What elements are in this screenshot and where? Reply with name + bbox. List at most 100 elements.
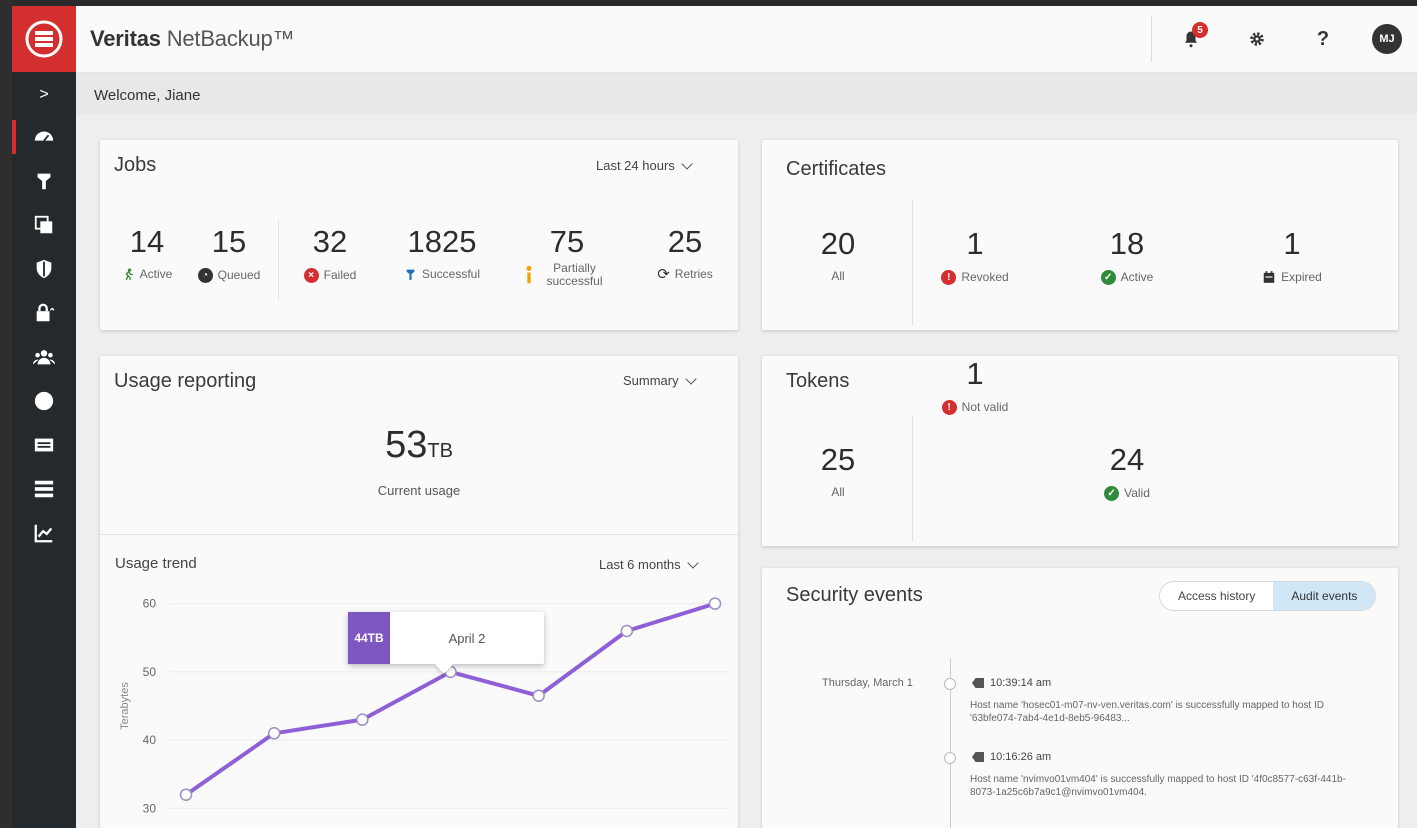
- timeline-dot: [944, 752, 956, 764]
- sidebar-item-dashboard[interactable]: [12, 118, 76, 156]
- sidebar: >: [12, 6, 76, 828]
- tokens-title: Tokens: [786, 370, 850, 392]
- sidebar-item-clone[interactable]: [12, 206, 76, 244]
- stat-label: Active: [139, 267, 173, 281]
- certificates-divider: [912, 200, 913, 326]
- certificates-expired-stat[interactable]: 1 Expired: [1242, 226, 1342, 284]
- stat-label: Active: [1120, 270, 1154, 284]
- stat-value: 15: [211, 224, 247, 259]
- y-tick-label: 60: [143, 597, 157, 611]
- jobs-retries-stat[interactable]: 25 ⟳ Retries: [640, 224, 730, 282]
- certificates-revoked-stat[interactable]: 1 ! Revoked: [924, 226, 1026, 285]
- header-divider: [1151, 16, 1152, 62]
- data-point: [267, 727, 281, 740]
- help-button[interactable]: ?: [1308, 24, 1338, 54]
- tag-icon: [972, 752, 984, 762]
- jobs-queued-stat[interactable]: 15 ◔ Queued: [190, 224, 268, 283]
- security-events-title: Security events: [786, 584, 923, 606]
- clone-icon: [34, 215, 53, 234]
- event-time-text: 10:39:14 am: [990, 677, 1052, 689]
- left-edge: [0, 0, 12, 828]
- jobs-divider: [278, 220, 279, 300]
- tokens-all-stat[interactable]: 25 All: [798, 442, 878, 499]
- stat-value: 24: [1109, 442, 1145, 477]
- circle-icon: [34, 391, 54, 411]
- chevron-down-icon: [681, 157, 693, 170]
- sidebar-item-access[interactable]: [12, 294, 76, 332]
- stat-value: 1: [966, 226, 984, 261]
- sidebar-item-users[interactable]: [12, 338, 76, 376]
- jobs-card: Jobs Last 24 hours 14 Active 15 ◔ Queued …: [100, 140, 738, 330]
- certificates-active-stat[interactable]: 18 ✓ Active: [1082, 226, 1172, 285]
- security-events-toggle: Access history Audit events: [1160, 582, 1376, 610]
- event-time: 10:39:14 am: [972, 677, 1051, 689]
- welcome-bar: Welcome, Jiane: [76, 73, 1417, 115]
- event-description: Host name 'hosec01-m07-nv-ven.veritas.co…: [970, 700, 1324, 724]
- data-point: [179, 788, 193, 801]
- jobs-partial-stat[interactable]: 75 Partially successful: [514, 224, 620, 288]
- notifications-button[interactable]: 5: [1176, 22, 1208, 54]
- storage-icon: [34, 438, 54, 452]
- stat-label: Retries: [674, 267, 713, 281]
- stat-label: Expired: [1281, 269, 1322, 284]
- timeline-dot: [944, 678, 956, 690]
- stat-value: 25: [820, 442, 856, 477]
- chevron-down-icon: [686, 556, 699, 569]
- settings-button[interactable]: [1242, 24, 1272, 54]
- sidebar-item-reports[interactable]: [12, 514, 76, 552]
- product-name: NetBackup™: [160, 26, 295, 51]
- gear-icon: [1250, 32, 1264, 46]
- stat-value: 25: [667, 224, 703, 259]
- jobs-active-stat[interactable]: 14 Active: [112, 224, 182, 281]
- stat-label: Partially successful: [546, 261, 603, 288]
- help-icon: ?: [1316, 27, 1330, 50]
- stat-value: 1: [1283, 226, 1301, 261]
- tokens-divider: [912, 416, 913, 542]
- sidebar-expand-button[interactable]: >: [12, 76, 76, 114]
- revoked-icon: !: [941, 270, 957, 285]
- calendar-icon: [1263, 271, 1275, 283]
- y-axis-label: Terabytes: [119, 682, 131, 730]
- current-usage: 53TB: [100, 424, 738, 467]
- tokens-valid-stat[interactable]: 24 ✓ Valid: [1082, 442, 1172, 501]
- users-icon: [33, 350, 55, 365]
- check-icon: ✓: [1100, 270, 1116, 285]
- sidebar-item-storage[interactable]: [12, 426, 76, 464]
- usage-trend-range-dropdown[interactable]: Last 6 months: [599, 556, 699, 572]
- veritas-logo[interactable]: [12, 6, 76, 72]
- usage-mode-dropdown[interactable]: Summary: [623, 372, 697, 388]
- clock-icon: ◔: [197, 268, 213, 283]
- list-icon: [34, 480, 54, 498]
- failed-icon: ×: [303, 268, 319, 283]
- tokens-notvalid-stat[interactable]: 1 ! Not valid: [924, 356, 1026, 415]
- stat-label: Successful: [421, 267, 481, 281]
- stat-value: 20: [820, 226, 856, 261]
- dashboard-icon: [34, 131, 54, 142]
- current-usage-label: Current usage: [377, 483, 461, 498]
- security-events-card: Security events Access history Audit eve…: [762, 568, 1398, 828]
- jobs-range-dropdown[interactable]: Last 24 hours: [596, 157, 693, 173]
- chart-icon: [34, 524, 53, 543]
- stat-label: All: [831, 485, 845, 499]
- stat-value: 1825: [407, 224, 477, 259]
- y-tick-label: 50: [143, 665, 157, 679]
- stat-value: 1: [966, 356, 984, 391]
- jobs-failed-stat[interactable]: 32 × Failed: [290, 224, 370, 283]
- stat-label: Not valid: [961, 400, 1009, 414]
- sidebar-item-circle[interactable]: [12, 382, 76, 420]
- welcome-text: Welcome, Jiane: [94, 87, 201, 104]
- sidebar-item-jobs[interactable]: [12, 162, 76, 200]
- jobs-title: Jobs: [114, 154, 157, 176]
- data-point: [620, 624, 634, 638]
- audit-events-tab[interactable]: Audit events: [1273, 582, 1376, 610]
- access-history-tab[interactable]: Access history: [1160, 582, 1274, 610]
- certificates-all-stat[interactable]: 20 All: [798, 226, 878, 283]
- jobs-range-label: Last 24 hours: [596, 158, 675, 173]
- data-point: [708, 597, 722, 610]
- usage-title: Usage reporting: [114, 370, 257, 392]
- sidebar-item-security[interactable]: [12, 250, 76, 288]
- jobs-successful-stat[interactable]: 1825 Successful: [380, 224, 504, 281]
- user-menu-button[interactable]: MJ: [1372, 24, 1402, 54]
- sidebar-item-list[interactable]: [12, 470, 76, 508]
- tooltip-value: 44TB: [348, 612, 390, 664]
